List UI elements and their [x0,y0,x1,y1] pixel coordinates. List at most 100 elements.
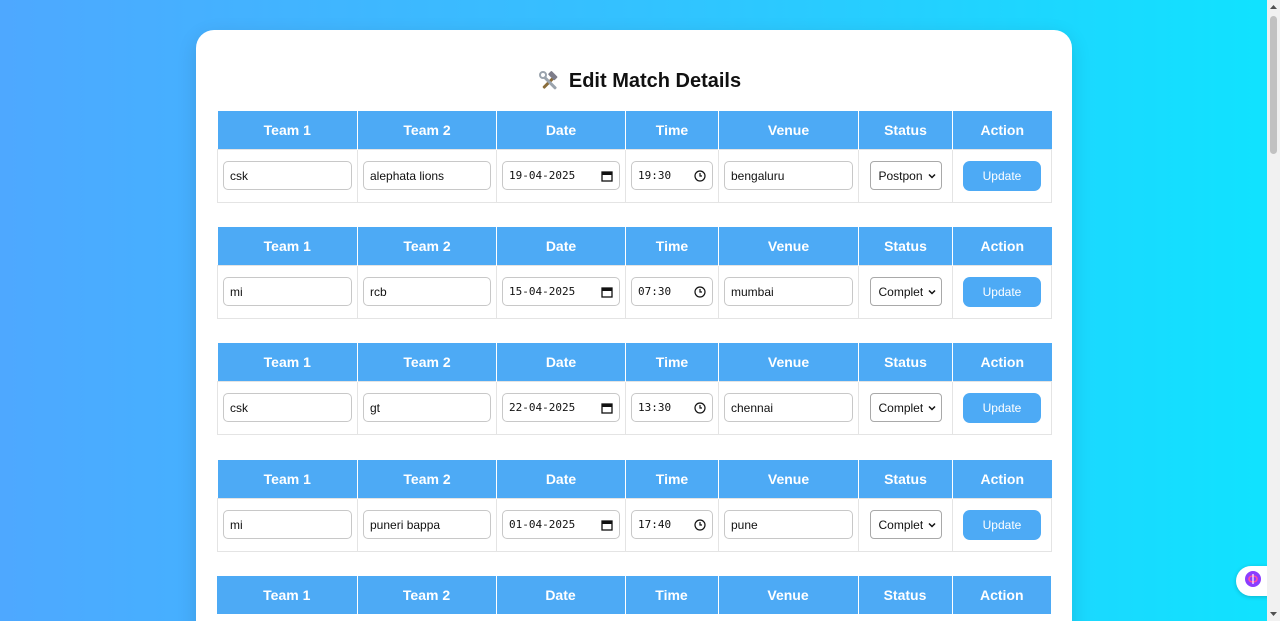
scrollbar-thumb[interactable] [1270,16,1277,154]
page-title-text: Edit Match Details [568,70,742,92]
header-team2: Team 2 [357,460,497,498]
team2-input[interactable]: gt [363,393,491,422]
update-button[interactable]: Update [963,276,1041,307]
table-header-row: Team 1 Team 2 Date Time Venue Status Act… [217,576,1051,614]
header-venue: Venue [718,460,859,498]
date-input[interactable]: 22-04-2025 [502,393,620,422]
header-team2: Team 2 [357,343,497,381]
date-value: 15-04-2025 [509,285,576,298]
header-action: Action [952,460,1052,498]
time-input[interactable]: 17:40 [631,510,713,539]
clock-icon[interactable] [694,169,706,182]
time-input[interactable]: 19:30 [631,161,713,190]
hammer-wrench-icon [538,70,561,93]
time-input[interactable]: 13:30 [631,393,713,422]
header-date: Date [496,460,626,498]
team2-input[interactable]: puneri bappa [363,510,491,539]
match-table: Team 1 Team 2 Date Time Venue Status Act… [217,227,1052,319]
header-date: Date [496,343,626,381]
header-status: Status [858,227,953,265]
time-value: 07:30 [638,285,672,298]
calendar-icon[interactable] [601,286,613,298]
time-input[interactable]: 07:30 [631,277,713,306]
table-row: csk alephata lions 19-04-2025 19:30 beng… [217,148,1052,203]
header-time: Time [625,111,719,149]
status-value: Postpon [878,168,923,183]
status-select[interactable]: Postpon [869,161,942,190]
brain-icon [1244,570,1262,593]
header-team1: Team 1 [217,460,358,498]
header-action: Action [952,576,1051,614]
calendar-icon[interactable] [601,519,613,531]
venue-input[interactable]: chennai [724,393,853,422]
chevron-down-icon [927,171,937,181]
venue-input[interactable]: mumbai [724,277,853,306]
date-input[interactable]: 19-04-2025 [502,161,620,190]
table-header-row: Team 1 Team 2 Date Time Venue Status Act… [217,343,1052,381]
header-team1: Team 1 [217,576,358,614]
team1-input[interactable]: mi [223,277,352,306]
status-value: Complet [878,517,924,532]
team1-input[interactable]: csk [223,161,352,190]
clock-icon[interactable] [694,401,706,414]
update-button[interactable]: Update [963,392,1041,423]
match-table: Team 1 Team 2 Date Time Venue Status Act… [217,111,1052,203]
header-date: Date [496,576,626,614]
status-select[interactable]: Complet [869,510,942,539]
date-value: 01-04-2025 [509,518,576,531]
scroll-up-arrow-icon[interactable] [1269,3,1278,12]
clock-icon[interactable] [694,285,706,298]
header-venue: Venue [718,227,859,265]
update-button[interactable]: Update [963,509,1041,540]
scroll-down-arrow-icon[interactable] [1269,609,1278,618]
header-venue: Venue [718,576,859,614]
clock-icon[interactable] [694,518,706,531]
header-time: Time [625,227,719,265]
header-status: Status [858,460,953,498]
table-header-row: Team 1 Team 2 Date Time Venue Status Act… [217,227,1052,265]
header-team2: Team 2 [357,227,497,265]
team1-input[interactable]: mi [223,510,352,539]
header-date: Date [496,111,626,149]
team2-input[interactable]: alephata lions [363,161,491,190]
table-header-row: Team 1 Team 2 Date Time Venue Status Act… [217,111,1052,149]
date-value: 19-04-2025 [509,169,576,182]
header-team1: Team 1 [217,227,358,265]
team1-input[interactable]: csk [223,393,352,422]
header-venue: Venue [718,343,859,381]
header-action: Action [952,343,1052,381]
venue-input[interactable]: pune [724,510,853,539]
vertical-scrollbar[interactable] [1267,0,1280,621]
chevron-down-icon [927,403,937,413]
match-table: Team 1 Team 2 Date Time Venue Status Act… [217,576,1051,614]
header-time: Time [625,343,719,381]
header-team1: Team 1 [217,343,358,381]
header-venue: Venue [718,111,859,149]
time-value: 13:30 [638,401,672,414]
header-time: Time [625,460,719,498]
page-title: Edit Match Details [0,70,1280,93]
header-team1: Team 1 [217,111,358,149]
calendar-icon[interactable] [601,170,613,182]
team2-input[interactable]: rcb [363,277,491,306]
date-input[interactable]: 15-04-2025 [502,277,620,306]
header-date: Date [496,227,626,265]
header-team2: Team 2 [357,576,497,614]
assistant-badge[interactable] [1236,566,1270,596]
status-value: Complet [878,400,924,415]
status-select[interactable]: Complet [869,277,942,306]
date-value: 22-04-2025 [509,401,576,414]
table-row: mi puneri bappa 01-04-2025 17:40 pune Co… [217,497,1052,552]
header-time: Time [625,576,719,614]
update-button[interactable]: Update [963,160,1041,191]
date-input[interactable]: 01-04-2025 [502,510,620,539]
header-team2: Team 2 [357,111,497,149]
venue-input[interactable]: bengaluru [724,161,853,190]
time-value: 17:40 [638,518,672,531]
status-select[interactable]: Complet [869,393,942,422]
table-row: csk gt 22-04-2025 13:30 chennai Complet … [217,380,1052,435]
chevron-down-icon [927,520,937,530]
status-value: Complet [878,284,924,299]
chevron-down-icon [927,287,937,297]
calendar-icon[interactable] [601,402,613,414]
